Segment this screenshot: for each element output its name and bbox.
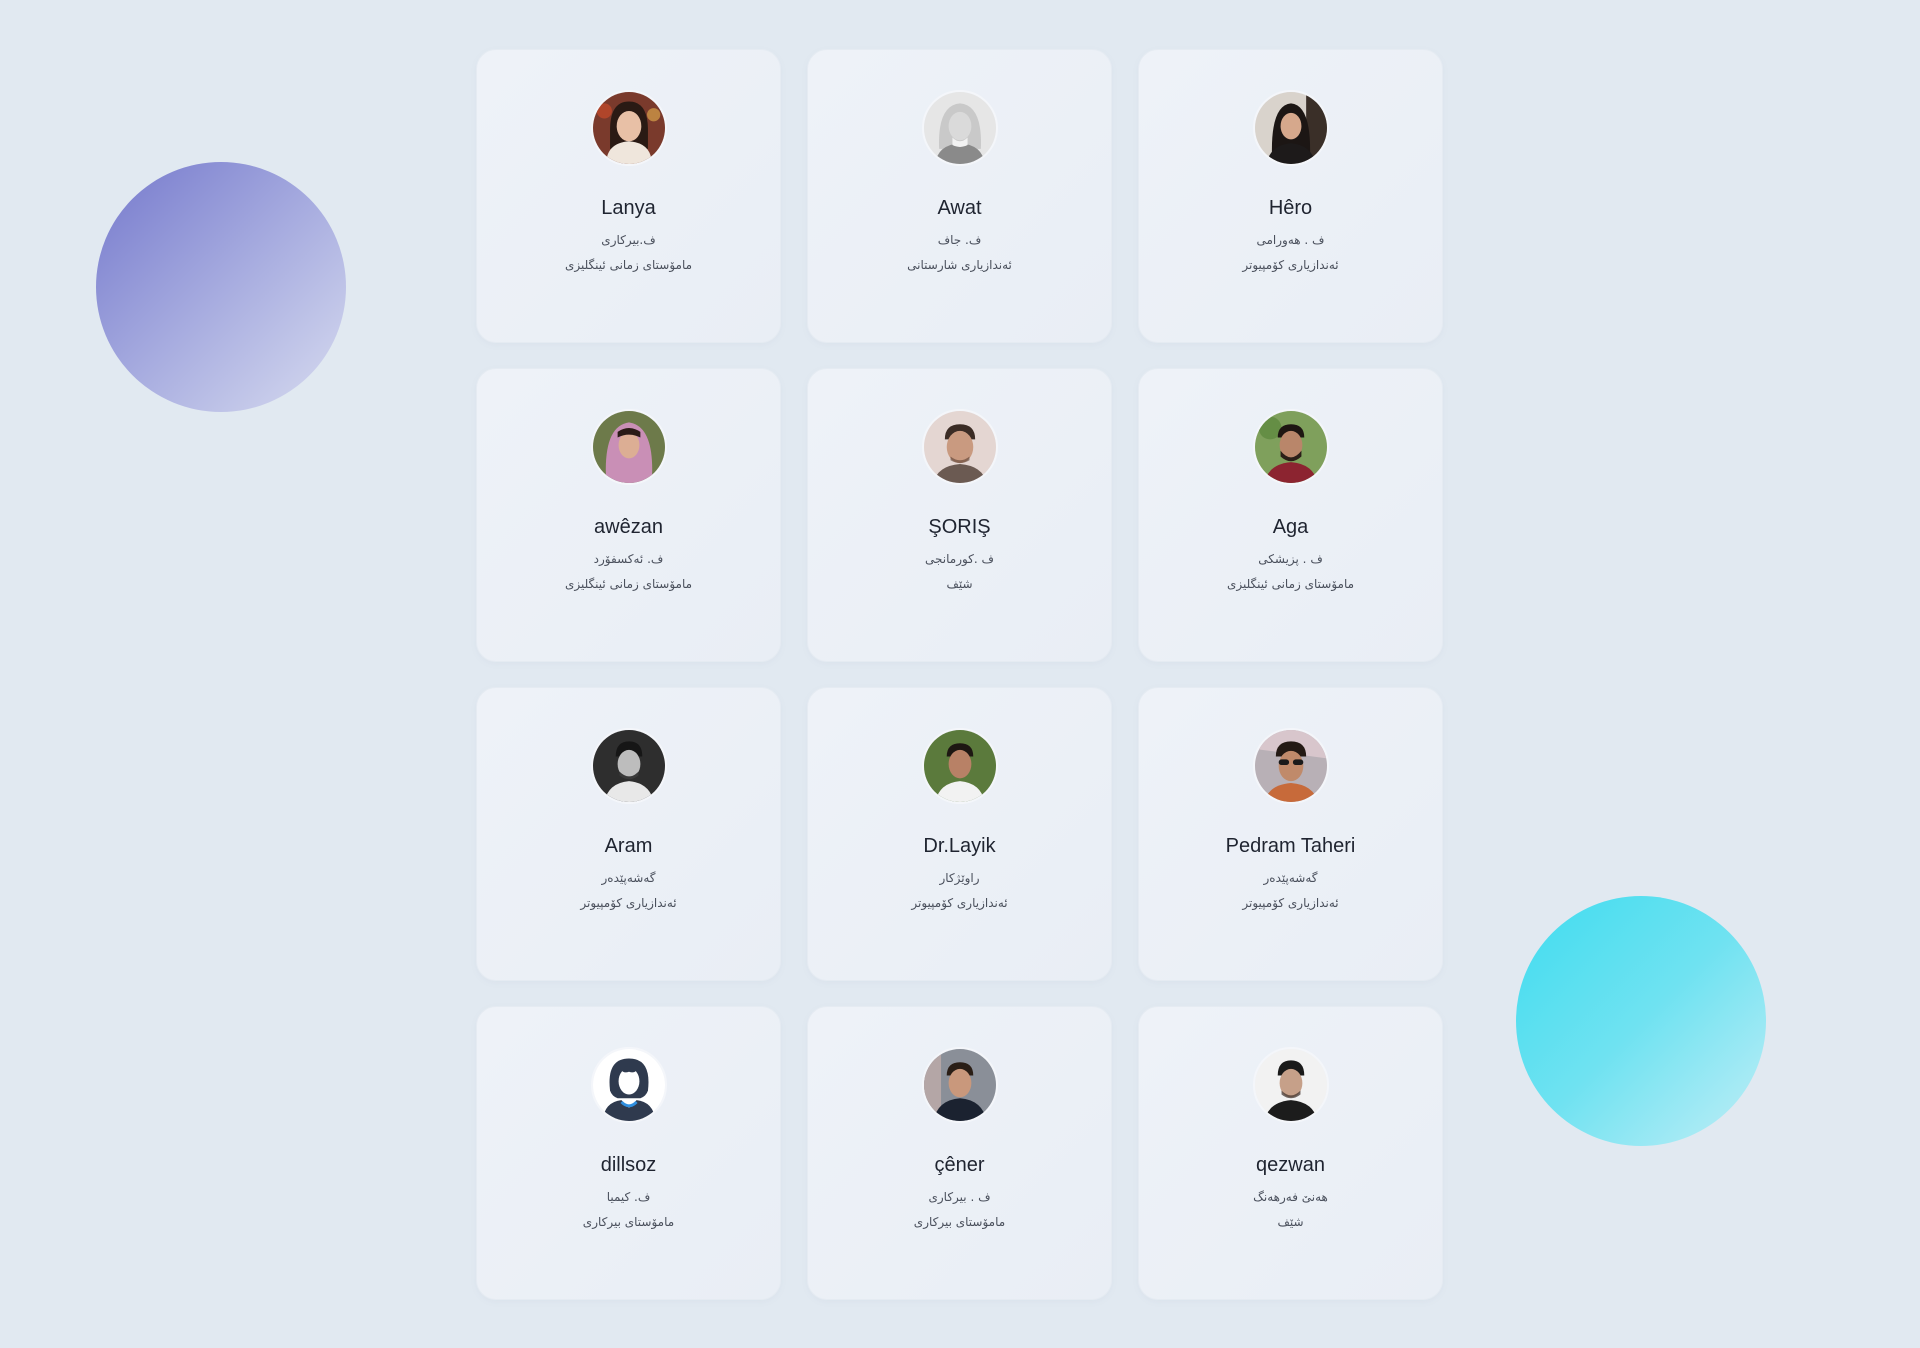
avatar-photo (1255, 1049, 1327, 1121)
member-card[interactable]: qezwan هەنێ فەرهەنگ شێف (1138, 1006, 1443, 1300)
member-subject: مامۆستای بیرکاری (913, 1215, 1006, 1229)
avatar (922, 90, 998, 166)
member-role: ف.بیرکاری (601, 233, 656, 247)
avatar-photo (1255, 411, 1327, 483)
member-card[interactable]: Aga ف . پزیشکی مامۆستای زمانی ئینگلیزی (1138, 368, 1443, 662)
member-name: Awat (937, 197, 982, 219)
member-subject: مامۆستای زمانی ئینگلیزی (1226, 577, 1355, 591)
avatar-photo (924, 1049, 996, 1121)
member-card[interactable]: çêner ف . بیرکاری مامۆستای بیرکاری (807, 1006, 1112, 1300)
member-subject: مامۆستای زمانی ئینگلیزی (564, 258, 693, 272)
avatar-photo (593, 411, 665, 483)
member-name: Hêro (1268, 197, 1313, 219)
member-role: ف. ئەکسفۆرد (593, 552, 664, 566)
avatar (591, 409, 667, 485)
avatar (591, 728, 667, 804)
member-name: Aga (1272, 516, 1309, 538)
avatar (591, 1047, 667, 1123)
member-subject: ئەندازیاری کۆمپیوتر (1242, 258, 1339, 272)
member-card[interactable]: Dr.Layik راوێژکار ئەندازیاری کۆمپیوتر (807, 687, 1112, 981)
avatar (591, 90, 667, 166)
member-subject: ئەندازیاری شارستانی (907, 258, 1012, 272)
member-name: dillsoz (600, 1154, 657, 1176)
member-name: awêzan (594, 516, 663, 538)
decorative-circle-cyan (1516, 896, 1766, 1146)
member-card[interactable]: Aram گەشەپێدەر ئەندازیاری کۆمپیوتر (476, 687, 781, 981)
member-name: Pedram Taheri (1225, 835, 1356, 857)
avatar-photo (593, 730, 665, 802)
member-role: هەنێ فەرهەنگ (1253, 1190, 1328, 1204)
avatar (1253, 409, 1329, 485)
member-name: ŞORIŞ (928, 516, 991, 538)
member-subject: شێف (946, 577, 973, 591)
member-subject: مامۆستای زمانی ئینگلیزی (564, 577, 693, 591)
avatar (922, 409, 998, 485)
member-name: Dr.Layik (923, 835, 996, 857)
member-role: ف . بیرکاری (928, 1190, 991, 1204)
member-card[interactable]: dillsoz ف. کیمیا مامۆستای بیرکاری (476, 1006, 781, 1300)
avatar-photo (924, 411, 996, 483)
avatar (922, 728, 998, 804)
member-role: گەشەپێدەر (1263, 871, 1318, 885)
member-subject: ئەندازیاری کۆمپیوتر (580, 896, 677, 910)
member-card[interactable]: Awat ف. جاف ئەندازیاری شارستانی (807, 49, 1112, 343)
team-grid: Lanya ف.بیرکاری مامۆستای زمانی ئینگلیزی … (476, 49, 1443, 1300)
avatar-photo (924, 92, 996, 164)
avatar-photo (593, 92, 665, 164)
avatar (922, 1047, 998, 1123)
member-card[interactable]: awêzan ف. ئەکسفۆرد مامۆستای زمانی ئینگلی… (476, 368, 781, 662)
member-subject: مامۆستای بیرکاری (582, 1215, 675, 1229)
member-card[interactable]: ŞORIŞ ف .کورمانجی شێف (807, 368, 1112, 662)
avatar (1253, 728, 1329, 804)
member-role: ف. جاف (937, 233, 982, 247)
member-card[interactable]: Lanya ف.بیرکاری مامۆستای زمانی ئینگلیزی (476, 49, 781, 343)
avatar-photo (1255, 92, 1327, 164)
avatar (1253, 1047, 1329, 1123)
member-role: ف. کیمیا (606, 1190, 651, 1204)
member-role: راوێژکار (939, 871, 980, 885)
member-role: ف . پزیشکی (1258, 552, 1323, 566)
member-card[interactable]: Hêro ف . هەورامی ئەندازیاری کۆمپیوتر (1138, 49, 1443, 343)
decorative-circle-purple (96, 162, 346, 412)
member-name: Aram (604, 835, 653, 857)
member-name: qezwan (1256, 1154, 1325, 1176)
member-role: ف . هەورامی (1256, 233, 1325, 247)
member-name: Lanya (601, 197, 656, 219)
member-subject: شێف (1277, 1215, 1304, 1229)
member-role: ف .کورمانجی (925, 552, 994, 566)
member-card[interactable]: Pedram Taheri گەشەپێدەر ئەندازیاری کۆمپی… (1138, 687, 1443, 981)
member-subject: ئەندازیاری کۆمپیوتر (1242, 896, 1339, 910)
member-name: çêner (934, 1154, 985, 1176)
avatar-photo (924, 730, 996, 802)
avatar (1253, 90, 1329, 166)
avatar-photo (1255, 730, 1327, 802)
member-role: گەشەپێدەر (601, 871, 656, 885)
member-subject: ئەندازیاری کۆمپیوتر (911, 896, 1008, 910)
woman-placeholder-icon (593, 1049, 665, 1121)
